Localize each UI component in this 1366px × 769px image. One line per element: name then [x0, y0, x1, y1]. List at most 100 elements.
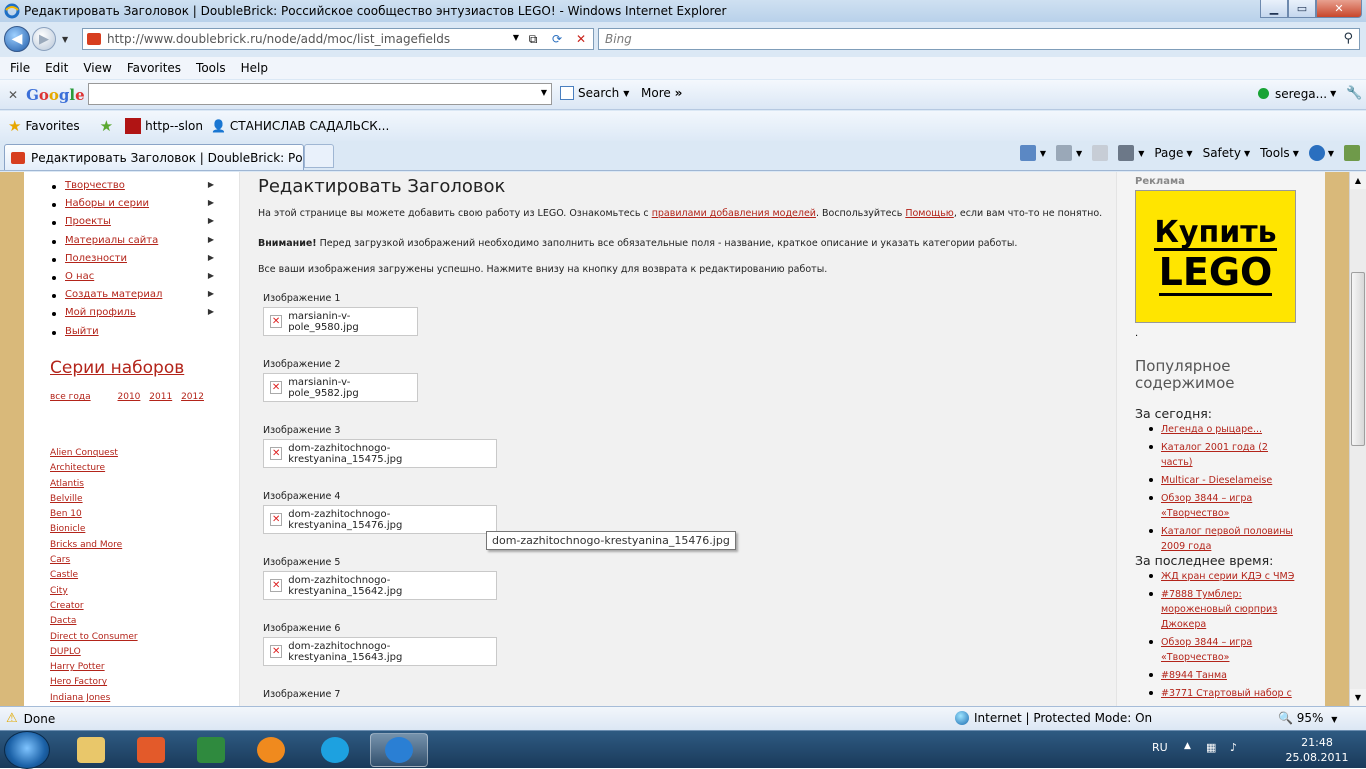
list-item[interactable]: ЖД кран серии КДЭ с ЧМЭ: [1147, 569, 1297, 584]
start-button[interactable]: [4, 731, 50, 769]
maximize-button[interactable]: ▭: [1288, 0, 1316, 18]
close-toolbar-icon[interactable]: ✕: [8, 88, 18, 102]
theme-link[interactable]: Harry Potter: [50, 662, 138, 677]
menu-item[interactable]: Наборы и серии ▶: [50, 198, 220, 216]
scroll-down-icon[interactable]: ▼: [1350, 689, 1366, 706]
theme-link[interactable]: Castle: [50, 570, 138, 585]
minimize-button[interactable]: ▁: [1260, 0, 1288, 18]
clock[interactable]: 21:48 25.08.2011: [1282, 735, 1352, 765]
search-box[interactable]: Bing ⚲: [598, 28, 1360, 50]
menu-item[interactable]: Мой профиль ▶: [50, 307, 220, 325]
list-item[interactable]: Каталог первой половины 2009 года: [1147, 524, 1297, 554]
menu-item-link[interactable]: Проекты: [65, 216, 111, 227]
popular-link[interactable]: #3771 Стартовый набор с: [1161, 688, 1292, 699]
google-search-button[interactable]: Search ▼: [560, 86, 629, 100]
feeds-dropdown-icon[interactable]: ▼: [1076, 149, 1082, 158]
menu-item[interactable]: Полезности ▶: [50, 253, 220, 271]
refresh-icon[interactable]: ⟳: [547, 31, 567, 47]
series-heading[interactable]: Серии наборов: [50, 358, 184, 378]
feeds-icon[interactable]: [1056, 145, 1073, 161]
popular-link[interactable]: ЖД кран серии КДЭ с ЧМЭ: [1161, 571, 1294, 582]
address-dropdown-icon[interactable]: ▼: [513, 33, 519, 42]
menu-view[interactable]: View: [83, 61, 111, 75]
menu-item[interactable]: Материалы сайта ▶: [50, 235, 220, 253]
popular-link[interactable]: Каталог 2001 года (2 часть): [1161, 442, 1268, 468]
google-dropdown-icon[interactable]: ▼: [541, 88, 547, 97]
scroll-up-icon[interactable]: ▲: [1350, 172, 1366, 189]
home-icon[interactable]: [1019, 145, 1036, 161]
image-thumbnail[interactable]: ✕ marsianin-v-pole_9582.jpg: [263, 373, 418, 402]
theme-link[interactable]: Belville: [50, 494, 138, 509]
print-icon[interactable]: [1118, 145, 1135, 161]
volume-icon[interactable]: ♪: [1230, 741, 1237, 754]
menu-item-link[interactable]: Выйти: [65, 326, 99, 337]
theme-link[interactable]: Direct to Consumer: [50, 632, 138, 647]
list-item[interactable]: Обзор 3844 – игра «Творчество»: [1147, 491, 1297, 521]
google-search-input[interactable]: ▼: [88, 83, 552, 105]
image-thumbnail[interactable]: ✕ dom-zazhitochnogo-krestyanina_15476.jp…: [263, 505, 497, 534]
list-item[interactable]: Легенда о рыцаре...: [1147, 422, 1297, 437]
close-button[interactable]: ✕: [1316, 0, 1362, 18]
tools-menu[interactable]: Tools: [1260, 146, 1290, 160]
menu-item-link[interactable]: О нас: [65, 271, 94, 282]
taskbar-excel[interactable]: [182, 733, 240, 767]
theme-link[interactable]: Hero Factory: [50, 677, 138, 692]
popular-link[interactable]: Легенда о рыцаре...: [1161, 424, 1262, 435]
year-link[interactable]: все года: [50, 392, 91, 402]
favorite-link-slon[interactable]: http--slon: [125, 118, 203, 134]
menu-item[interactable]: Выйти: [50, 326, 220, 344]
taskbar-media[interactable]: [122, 733, 180, 767]
menu-item[interactable]: Создать материал ▶: [50, 289, 220, 307]
address-input[interactable]: http://www.doublebrick.ru/node/add/moc/l…: [107, 32, 450, 46]
theme-link[interactable]: Dacta: [50, 616, 138, 631]
help-icon[interactable]: [1308, 145, 1325, 161]
image-thumbnail[interactable]: ✕ marsianin-v-pole_9580.jpg: [263, 307, 418, 336]
theme-link[interactable]: Indiana Jones: [50, 693, 138, 706]
list-item[interactable]: #3771 Стартовый набор с: [1147, 686, 1297, 701]
taskbar-skype[interactable]: [306, 733, 364, 767]
theme-link[interactable]: Cars: [50, 555, 138, 570]
google-logo[interactable]: Google: [26, 86, 85, 104]
help-link[interactable]: Помощью: [905, 208, 953, 219]
menu-item-link[interactable]: Создать материал: [65, 289, 162, 300]
menu-item[interactable]: О нас ▶: [50, 271, 220, 289]
network-icon[interactable]: ▦: [1206, 741, 1216, 754]
year-link[interactable]: 2010: [118, 392, 141, 402]
theme-link[interactable]: DUPLO: [50, 647, 138, 662]
theme-link[interactable]: Creator: [50, 601, 138, 616]
forward-button[interactable]: ▶: [32, 27, 56, 51]
scroll-thumb[interactable]: [1351, 272, 1365, 446]
menu-item-link[interactable]: Наборы и серии: [65, 198, 149, 209]
vertical-scrollbar[interactable]: ▲ ▼: [1349, 172, 1366, 706]
new-tab-button[interactable]: [304, 144, 334, 168]
favorite-link-sadalsky[interactable]: 👤 СТАНИСЛАВ САДАЛЬСК...: [211, 119, 389, 133]
google-more-button[interactable]: More »: [641, 86, 682, 100]
theme-link[interactable]: Bricks and More: [50, 540, 138, 555]
popular-link[interactable]: Multicar - Dieselameise: [1161, 475, 1272, 486]
theme-link[interactable]: City: [50, 586, 138, 601]
warning-icon[interactable]: ⚠: [6, 711, 18, 726]
menu-edit[interactable]: Edit: [45, 61, 68, 75]
theme-link[interactable]: Bionicle: [50, 524, 138, 539]
menu-file[interactable]: File: [10, 61, 30, 75]
menu-item[interactable]: Проекты ▶: [50, 216, 220, 234]
research-icon[interactable]: [1344, 145, 1360, 161]
favorites-button[interactable]: ★ Favorites: [8, 117, 80, 135]
menu-item-link[interactable]: Материалы сайта: [65, 235, 158, 246]
zoom-control[interactable]: 🔍 95% ▼: [1278, 711, 1337, 725]
google-account[interactable]: serega... ▼ 🔧: [1258, 86, 1362, 101]
compatibility-icon[interactable]: ⧉: [523, 31, 543, 47]
list-item[interactable]: #7888 Тумблер: мороженовый сюрприз Джоке…: [1147, 587, 1297, 632]
theme-link[interactable]: Alien Conquest: [50, 448, 138, 463]
image-thumbnail[interactable]: ✕ dom-zazhitochnogo-krestyanina_15475.jp…: [263, 439, 497, 468]
menu-help[interactable]: Help: [241, 61, 268, 75]
menu-item-link[interactable]: Мой профиль: [65, 307, 136, 318]
year-link[interactable]: 2012: [181, 392, 204, 402]
stop-icon[interactable]: ✕: [571, 31, 591, 47]
search-icon[interactable]: ⚲: [1343, 31, 1353, 46]
image-thumbnail[interactable]: ✕ dom-zazhitochnogo-krestyanina_15642.jp…: [263, 571, 497, 600]
history-dropdown-icon[interactable]: ▼: [62, 35, 68, 44]
address-bar[interactable]: http://www.doublebrick.ru/node/add/moc/l…: [82, 28, 594, 50]
add-favorite-button[interactable]: ★: [100, 117, 117, 135]
page-menu[interactable]: Page: [1154, 146, 1183, 160]
